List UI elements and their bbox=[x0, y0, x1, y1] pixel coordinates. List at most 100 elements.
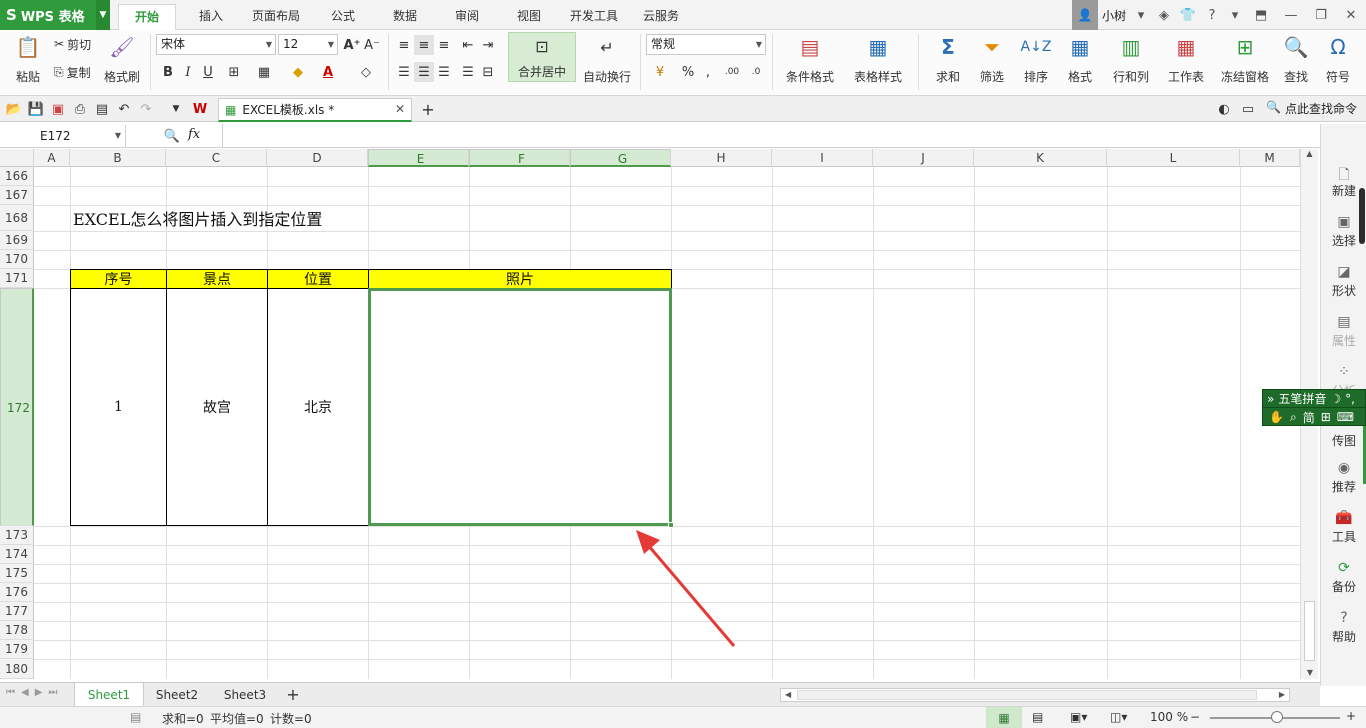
scroll-down-icon[interactable]: ▼ bbox=[1301, 668, 1319, 677]
sum-button[interactable]: Σ 求和 bbox=[928, 34, 968, 85]
page-break-view-icon[interactable]: ▤ bbox=[1032, 710, 1043, 724]
align-right-icon[interactable]: ☰ bbox=[434, 62, 454, 82]
add-sheet-icon[interactable]: + bbox=[282, 683, 304, 707]
worksheet-button[interactable]: ▦ 工作表 bbox=[1160, 34, 1212, 85]
copy-button[interactable]: ⎘ 复制 bbox=[54, 62, 91, 82]
sidebar-item-properties[interactable]: ▤ 属性 bbox=[1321, 314, 1366, 349]
row-header[interactable]: 171 bbox=[0, 269, 34, 288]
column-header-l[interactable]: L bbox=[1107, 149, 1240, 167]
wps-app-menu[interactable]: S WPS 表格 ▼ bbox=[0, 0, 110, 30]
column-header-d[interactable]: D bbox=[267, 149, 368, 167]
align-bottom-icon[interactable]: ≡ bbox=[434, 35, 454, 55]
spreadsheet-grid[interactable]: A B C D E F G H I J K L M 166 167 168 16… bbox=[0, 149, 1300, 679]
rows-cols-button[interactable]: ▥ 行和列 bbox=[1106, 34, 1156, 85]
column-header-m[interactable]: M bbox=[1240, 149, 1300, 167]
export-pdf-icon[interactable]: ▣ bbox=[48, 99, 68, 119]
row-header[interactable]: 175 bbox=[0, 564, 34, 583]
tab-view[interactable]: 视图 bbox=[506, 4, 552, 30]
ime-expand-icon[interactable]: » bbox=[1267, 392, 1274, 406]
screen-icon[interactable]: ▭ bbox=[1238, 99, 1258, 119]
reading-mode-icon[interactable]: ◫▾ bbox=[1110, 710, 1127, 724]
paste-button[interactable]: 📋 粘贴 bbox=[8, 34, 48, 85]
zoom-level[interactable]: 100 % bbox=[1150, 710, 1188, 724]
column-header-k[interactable]: K bbox=[974, 149, 1107, 167]
tab-review[interactable]: 审阅 bbox=[444, 4, 490, 30]
table-cell[interactable]: 北京 bbox=[267, 288, 369, 526]
zoom-formula-icon[interactable]: 🔍 bbox=[162, 126, 182, 146]
row-header[interactable]: 180 bbox=[0, 659, 34, 679]
cut-button[interactable]: ✂ 剪切 bbox=[54, 34, 91, 54]
sidebar-item-help[interactable]: ? 帮助 bbox=[1321, 610, 1366, 645]
row-header[interactable]: 167 bbox=[0, 186, 34, 205]
wps-icon[interactable]: W bbox=[190, 99, 210, 119]
freeze-panes-button[interactable]: ⊞ 冻结窗格 bbox=[1218, 34, 1272, 85]
column-header-c[interactable]: C bbox=[166, 149, 267, 167]
skin-icon[interactable]: ◈ bbox=[1152, 0, 1176, 30]
scroll-up-icon[interactable]: ▲ bbox=[1301, 149, 1318, 158]
table-header-cell[interactable]: 位置 bbox=[267, 269, 369, 289]
align-center-icon[interactable]: ☰ bbox=[414, 62, 434, 82]
italic-icon[interactable]: I bbox=[178, 62, 198, 82]
new-tab-icon[interactable]: + bbox=[418, 99, 438, 119]
select-all-corner[interactable] bbox=[0, 149, 34, 167]
maximize-icon[interactable]: ❐ bbox=[1306, 0, 1336, 30]
find-button[interactable]: 🔍 查找 bbox=[1276, 34, 1316, 85]
name-box[interactable]: E172 ▼ bbox=[0, 125, 126, 147]
layout-view-icon[interactable]: ▣▾ bbox=[1070, 710, 1087, 724]
sheet-title-cell[interactable]: EXCEL怎么将图片插入到指定位置 bbox=[73, 205, 322, 231]
row-header[interactable]: 174 bbox=[0, 545, 34, 564]
zoom-slider-thumb[interactable] bbox=[1271, 711, 1283, 723]
close-tab-icon[interactable]: ✕ bbox=[395, 102, 405, 116]
row-header[interactable]: 173 bbox=[0, 526, 34, 545]
customize-dropdown-icon[interactable]: ▼ bbox=[166, 99, 186, 119]
table-style-button[interactable]: ▦ 表格样式 bbox=[846, 34, 910, 85]
tab-insert[interactable]: 插入 bbox=[188, 4, 234, 30]
table-header-cell[interactable]: 景点 bbox=[166, 269, 268, 289]
indent-increase-icon[interactable]: ⇥ bbox=[478, 35, 498, 55]
format-button[interactable]: ▦ 格式 bbox=[1060, 34, 1100, 85]
sidebar-item-backup[interactable]: ⟳ 备份 bbox=[1321, 560, 1366, 595]
document-tab[interactable]: ▦ EXCEL模板.xls * ✕ bbox=[218, 98, 412, 122]
tab-formulas[interactable]: 公式 bbox=[320, 4, 366, 30]
number-format-select[interactable]: 常规 ▼ bbox=[646, 34, 766, 55]
row-header[interactable]: 179 bbox=[0, 640, 34, 659]
font-color-icon[interactable]: A bbox=[318, 62, 338, 82]
fill-color-icon[interactable]: ◆ bbox=[288, 62, 308, 82]
wrap-text-button[interactable]: ↵ 自动换行 bbox=[580, 34, 634, 85]
row-header[interactable]: 169 bbox=[0, 231, 34, 250]
normal-view-icon[interactable]: ▦ bbox=[986, 707, 1022, 728]
column-header-j[interactable]: J bbox=[873, 149, 974, 167]
row-header[interactable]: 168 bbox=[0, 205, 34, 231]
app-menu-dropdown-icon[interactable]: ▼ bbox=[96, 0, 110, 30]
row-header[interactable]: 166 bbox=[0, 167, 34, 186]
sheet-tab-2[interactable]: Sheet2 bbox=[146, 683, 208, 707]
dock-icon[interactable]: ◐ bbox=[1214, 99, 1234, 119]
justify-icon[interactable]: ☰ bbox=[458, 62, 478, 82]
selected-photo-cell[interactable] bbox=[368, 288, 672, 526]
minimize-ribbon-icon[interactable]: ▾ bbox=[1224, 0, 1246, 30]
table-cell[interactable]: 1 bbox=[70, 288, 167, 526]
ime-simplified-label[interactable]: 简 bbox=[1303, 409, 1315, 426]
borders-icon[interactable]: ⊞ bbox=[224, 62, 244, 82]
command-search[interactable]: 🔍 点此查找命令 bbox=[1266, 100, 1357, 117]
sidebar-item-recommend[interactable]: ◉ 推荐 bbox=[1321, 460, 1366, 495]
percent-icon[interactable]: % bbox=[678, 62, 698, 82]
column-header-e[interactable]: E bbox=[368, 149, 469, 167]
grid-icon[interactable]: ⊞ bbox=[1321, 410, 1331, 424]
scroll-thumb[interactable] bbox=[1304, 601, 1315, 661]
tab-developer[interactable]: 开发工具 bbox=[562, 4, 626, 30]
restore-ribbon-icon[interactable]: ⬒ bbox=[1246, 0, 1276, 30]
horizontal-scrollbar[interactable]: ◀ ▶ bbox=[780, 688, 1290, 702]
font-name-select[interactable]: 宋体 ▼ bbox=[156, 34, 276, 55]
table-cell[interactable]: 故宫 bbox=[166, 288, 268, 526]
search-icon[interactable]: ⌕ bbox=[1290, 410, 1297, 425]
minimize-icon[interactable]: — bbox=[1276, 0, 1306, 30]
increase-font-icon[interactable]: A⁺ bbox=[342, 35, 362, 55]
open-folder-icon[interactable]: 📂 bbox=[4, 99, 24, 119]
filter-button[interactable]: ⏷ 筛选 bbox=[972, 34, 1012, 85]
column-header-h[interactable]: H bbox=[671, 149, 772, 167]
merge-center-button[interactable]: ⊡ 合并居中 bbox=[508, 32, 576, 82]
decrease-font-icon[interactable]: A⁻ bbox=[362, 35, 382, 55]
table-header-cell-merged[interactable]: 照片 bbox=[368, 269, 672, 289]
column-header-i[interactable]: I bbox=[772, 149, 873, 167]
